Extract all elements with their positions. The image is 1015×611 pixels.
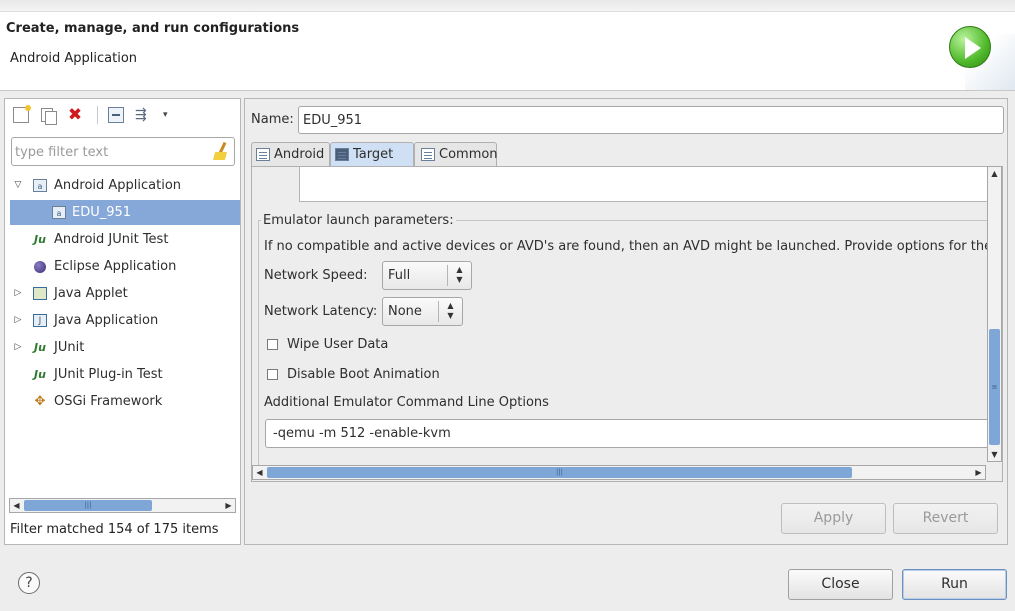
network-speed-value: Full — [388, 268, 411, 283]
tree-item-java-applet[interactable]: ▷ Java Applet — [9, 281, 239, 306]
tree-item-label: Eclipse Application — [54, 259, 177, 274]
tree-item-label: Android JUnit Test — [54, 232, 169, 247]
tree-item-android-junit-test[interactable]: Ju Android JUnit Test — [9, 227, 239, 252]
collapse-triangle-icon[interactable]: ▽ — [13, 173, 23, 198]
disable-boot-animation-label: Disable Boot Animation — [287, 367, 440, 382]
cmd-options-label: Additional Emulator Command Line Options — [264, 395, 549, 410]
network-speed-label: Network Speed: — [264, 268, 368, 283]
android-tab-icon — [256, 148, 270, 161]
tree-item-osgi-framework[interactable]: ✥ OSGi Framework — [9, 389, 239, 414]
filter-input[interactable] — [15, 143, 205, 161]
junit-plugin-icon: Ju — [34, 368, 46, 381]
scroll-right-icon[interactable]: ▶ — [972, 466, 985, 479]
tree-item-label: Java Applet — [54, 286, 128, 301]
new-configuration-icon[interactable] — [13, 105, 31, 123]
device-list-box[interactable] — [299, 167, 989, 202]
junit-icon: Ju — [34, 341, 46, 354]
tree-item-label: Java Application — [54, 313, 159, 328]
name-label: Name: — [251, 112, 294, 127]
tree-item-junit-plugin-test[interactable]: Ju JUnit Plug-in Test — [9, 362, 239, 387]
target-tab-content: Emulator launch parameters: If no compat… — [251, 166, 1003, 482]
network-latency-label: Network Latency: — [264, 304, 378, 319]
eclipse-icon — [34, 261, 46, 273]
expand-triangle-icon[interactable]: ▷ — [13, 281, 23, 306]
tree-item-java-application[interactable]: ▷ J Java Application — [9, 308, 239, 333]
scroll-left-icon[interactable]: ◀ — [10, 499, 23, 512]
toolbar-separator — [97, 106, 98, 124]
run-banner-icon — [949, 26, 991, 68]
configuration-editor-panel: Name: Android Target Common Emulator lau… — [244, 98, 1008, 545]
configuration-name-field[interactable] — [298, 106, 1004, 134]
tab-common[interactable]: Common — [414, 142, 498, 166]
android-config-icon: a — [52, 206, 66, 219]
network-latency-select[interactable]: None ▲ ▼ — [382, 297, 463, 326]
tab-label: Common — [439, 147, 498, 162]
tree-item-label: JUnit Plug-in Test — [54, 367, 163, 382]
osgi-icon: ✥ — [34, 394, 46, 409]
tree-item-label: Android Application — [54, 178, 182, 193]
disable-boot-animation-checkbox[interactable] — [267, 369, 278, 380]
tree-item-label: OSGi Framework — [54, 394, 163, 409]
target-tab-icon — [335, 148, 349, 161]
java-app-icon: J — [33, 314, 47, 327]
android-app-icon: a — [33, 179, 47, 192]
tree-horizontal-scrollbar[interactable]: ◀ ||| ▶ — [9, 498, 236, 513]
tab-android[interactable]: Android — [251, 142, 330, 166]
scrollbar-thumb[interactable]: ||| — [267, 467, 852, 478]
delete-icon[interactable]: ✖ — [67, 107, 83, 124]
content-horizontal-scrollbar[interactable]: ◀ ||| ▶ — [252, 465, 986, 480]
scrollbar-thumb[interactable]: ≡ — [989, 329, 1000, 445]
config-toolbar: ✖ ⇶ ▾ — [5, 99, 240, 130]
tree-item-android-application[interactable]: ▽ a Android Application — [9, 173, 239, 198]
emulator-info-text: If no compatible and active devices or A… — [264, 239, 989, 254]
common-tab-icon — [421, 148, 435, 161]
network-speed-select[interactable]: Full ▲ ▼ — [382, 261, 472, 290]
expand-triangle-icon[interactable]: ▷ — [13, 335, 23, 360]
revert-button[interactable]: Revert — [893, 503, 998, 534]
tree-item-junit[interactable]: ▷ Ju JUnit — [9, 335, 239, 360]
cmd-options-input[interactable] — [265, 419, 991, 448]
spinner-icon: ▲ ▼ — [438, 301, 462, 322]
wipe-user-data-checkbox[interactable] — [267, 339, 278, 350]
filter-icon[interactable]: ⇶ — [135, 107, 151, 123]
duplicate-icon[interactable] — [40, 107, 57, 125]
tree-item-edu-951[interactable]: a EDU_951 — [10, 200, 240, 225]
run-button[interactable]: Run — [902, 569, 1007, 600]
emulator-group-title: Emulator launch parameters: — [261, 213, 456, 228]
tab-label: Target — [353, 147, 394, 162]
tree-item-label: EDU_951 — [72, 205, 132, 220]
scroll-down-icon[interactable]: ▼ — [988, 448, 1001, 461]
clear-filter-icon[interactable] — [212, 142, 230, 161]
tree-item-eclipse-application[interactable]: Eclipse Application — [9, 254, 239, 279]
filter-box — [11, 137, 235, 166]
tab-target[interactable]: Target — [330, 142, 414, 166]
wipe-user-data-label: Wipe User Data — [287, 337, 389, 352]
dialog-title: Create, manage, and run configurations — [6, 21, 300, 36]
dialog-subtitle: Android Application — [10, 51, 138, 66]
configuration-list-panel: ✖ ⇶ ▾ ▽ a Android Application a EDU_951 … — [4, 98, 241, 545]
scroll-right-icon[interactable]: ▶ — [222, 499, 235, 512]
scrollbar-thumb[interactable]: ||| — [24, 500, 152, 511]
scroll-left-icon[interactable]: ◀ — [253, 466, 266, 479]
content-vertical-scrollbar[interactable]: ▲ ≡ ▼ — [987, 166, 1002, 462]
collapse-all-icon[interactable] — [108, 107, 124, 123]
close-button[interactable]: Close — [788, 569, 893, 600]
apply-button[interactable]: Apply — [781, 503, 886, 534]
network-latency-value: None — [388, 304, 422, 319]
chevron-down-icon[interactable]: ▾ — [163, 107, 179, 123]
filter-status: Filter matched 154 of 175 items — [10, 522, 219, 537]
junit-icon: Ju — [34, 233, 46, 246]
scroll-up-icon[interactable]: ▲ — [988, 167, 1001, 180]
applet-icon — [33, 287, 47, 300]
expand-triangle-icon[interactable]: ▷ — [13, 308, 23, 333]
spinner-icon: ▲ ▼ — [447, 265, 471, 286]
help-icon[interactable]: ? — [18, 572, 40, 594]
header-top-strip — [0, 0, 1015, 12]
tab-label: Android — [274, 147, 325, 162]
tree-item-label: JUnit — [54, 340, 85, 355]
dialog-header: Create, manage, and run configurations A… — [0, 0, 1015, 91]
